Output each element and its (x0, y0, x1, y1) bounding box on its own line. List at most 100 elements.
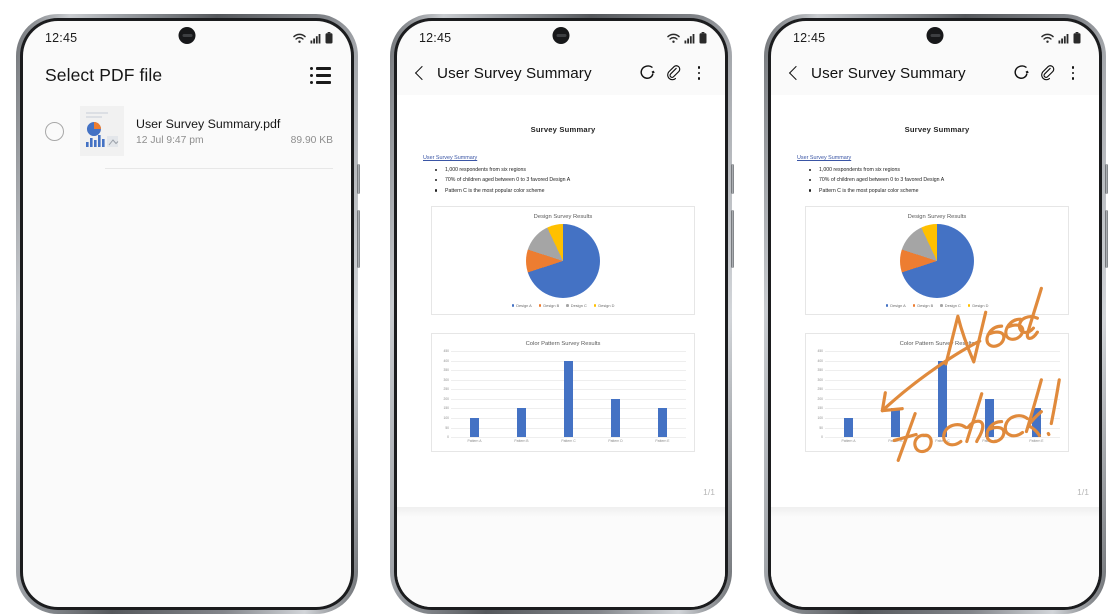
bar-chart-plot: 0 50 100 150 200 250 300 350 400 450 Pattern A Pat… (810, 349, 1060, 451)
legend-label: Design A (890, 303, 906, 309)
side-button-power[interactable] (357, 210, 360, 268)
document-body: Survey Summary User Survey Summary 1,000… (797, 125, 1077, 453)
document-section-heading: User Survey Summary (423, 155, 478, 161)
y-axis-tick-label: 400 (817, 358, 823, 363)
status-icons (667, 32, 707, 44)
y-axis-tick-label: 400 (443, 358, 449, 363)
front-camera-punchhole (178, 27, 196, 44)
file-info: User Survey Summary.pdf 12 Jul 9:47 pm 8… (136, 117, 333, 146)
side-button-power[interactable] (731, 210, 734, 268)
x-axis-tick-label: Pattern B (514, 439, 529, 444)
status-bar: 12:45 (397, 21, 725, 55)
paperclip-icon[interactable] (661, 61, 685, 85)
battery-icon (699, 32, 707, 44)
chevron-left-icon[interactable] (414, 65, 430, 81)
file-select-radio[interactable] (45, 121, 64, 141)
pie-chart-legend: Design A Design B Design C Design D (432, 300, 694, 314)
legend-item: Design B (912, 303, 934, 309)
side-button-volume[interactable] (357, 164, 360, 194)
pen-annotate-icon[interactable] (1009, 61, 1033, 85)
bar-column (500, 351, 542, 438)
bar-chart-title: Color Pattern Survey Results (525, 341, 601, 348)
bar (937, 360, 947, 438)
bar-column (547, 351, 589, 438)
x-axis-tick-label: Pattern E (1029, 439, 1044, 444)
y-axis-tick-label: 200 (443, 396, 449, 401)
list-view-icon[interactable] (310, 67, 332, 84)
wifi-icon (1041, 33, 1054, 43)
bar (890, 408, 900, 438)
document-body: Survey Summary User Survey Summary 1,000… (423, 125, 703, 453)
paperclip-icon[interactable] (1035, 61, 1059, 85)
y-axis-tick-label: 450 (817, 349, 823, 354)
signal-icon (684, 33, 695, 43)
legend-label: Design C (570, 303, 587, 309)
legend-label: Design A (516, 303, 532, 309)
x-axis-tick-label: Pattern E (655, 439, 670, 444)
legend-label: Design D (598, 303, 615, 309)
x-axis-tick-label: Pattern A (841, 439, 856, 444)
bar (610, 398, 620, 438)
phone-bezel: 12:45 (20, 18, 354, 610)
legend-label: Design D (972, 303, 989, 309)
legend-item: Design C (566, 303, 587, 308)
viewer-app-bar: User Survey Summary (397, 55, 725, 95)
bar (657, 408, 667, 438)
kebab-menu-icon[interactable] (1061, 61, 1085, 85)
y-axis-tick-label: 0 (447, 435, 449, 440)
pie-chart-title: Design Survey Results (533, 214, 593, 221)
pie-chart: Design Survey Results Design A Design B … (805, 206, 1069, 316)
list-item: 70% of children aged between 0 to 3 favo… (423, 177, 703, 183)
y-axis-tick-label: 50 (445, 425, 449, 430)
status-clock: 12:45 (419, 31, 452, 45)
y-axis-tick-label: 200 (817, 396, 823, 401)
pie-chart-plot (806, 222, 1068, 300)
status-bar: 12:45 (23, 21, 351, 55)
pdf-viewport[interactable]: Survey Summary User Survey Summary 1,000… (771, 95, 1099, 607)
y-axis-tick-label: 300 (443, 377, 449, 382)
list-item: 70% of children aged between 0 to 3 favo… (797, 177, 1077, 183)
kebab-menu-icon[interactable] (687, 61, 711, 85)
screen-pdf-viewer: 12:45 User Survey Summary Survey Summary… (397, 21, 725, 607)
side-button-power[interactable] (1105, 210, 1108, 268)
y-axis-tick-label: 150 (443, 406, 449, 411)
file-date: 12 Jul 9:47 pm (136, 134, 204, 146)
page-shadow (771, 507, 1099, 517)
legend-label: Design B (917, 303, 934, 309)
x-axis-tick-label: Pattern D (982, 439, 997, 444)
status-icons (1041, 32, 1081, 44)
pie-chart-title: Design Survey Results (907, 214, 967, 221)
page-indicator: 1/1 (703, 487, 715, 497)
page-title: Select PDF file (45, 65, 163, 85)
document-bullet-list: 1,000 respondents from six regions 70% o… (423, 167, 703, 194)
list-item[interactable]: User Survey Summary.pdf 12 Jul 9:47 pm 8… (23, 100, 351, 156)
bar-chart-plot: 0 50 100 150 200 250 300 350 400 450 Pattern A Pat… (436, 349, 686, 451)
x-axis-tick-label: Pattern B (888, 439, 903, 444)
viewer-app-bar: User Survey Summary (771, 55, 1099, 95)
bar-column (874, 351, 916, 438)
bar (516, 408, 526, 438)
side-button-volume[interactable] (731, 164, 734, 194)
chevron-left-icon[interactable] (788, 65, 804, 81)
pdf-viewport[interactable]: Survey Summary User Survey Summary 1,000… (397, 95, 725, 607)
bar-column (1015, 351, 1057, 438)
bar-column (921, 351, 963, 438)
page-indicator: 1/1 (1077, 487, 1089, 497)
x-axis-tick-label: Pattern A (467, 439, 482, 444)
phone-device-picker: 12:45 Select PDF file User Survey Summar… (16, 14, 360, 614)
bar (843, 417, 853, 438)
side-button-volume[interactable] (1105, 164, 1108, 194)
bar-chart: Color Pattern Survey Results 0 50 100 150 20… (431, 333, 695, 453)
list-item: 1,000 respondents from six regions (423, 167, 703, 173)
page-title: User Survey Summary (811, 64, 966, 82)
pen-annotate-icon[interactable] (635, 61, 659, 85)
x-axis-tick-label: Pattern C (561, 439, 576, 444)
bar (469, 417, 479, 438)
bar-chart: Color Pattern Survey Results 0 50 100 150 20… (805, 333, 1069, 453)
y-axis-tick-label: 50 (819, 425, 823, 430)
document-title: Survey Summary (904, 125, 970, 134)
y-axis-tick-label: 300 (817, 377, 823, 382)
legend-item: Design D (593, 303, 615, 309)
y-axis-tick-label: 250 (817, 387, 823, 392)
y-axis-tick-label: 250 (443, 387, 449, 392)
